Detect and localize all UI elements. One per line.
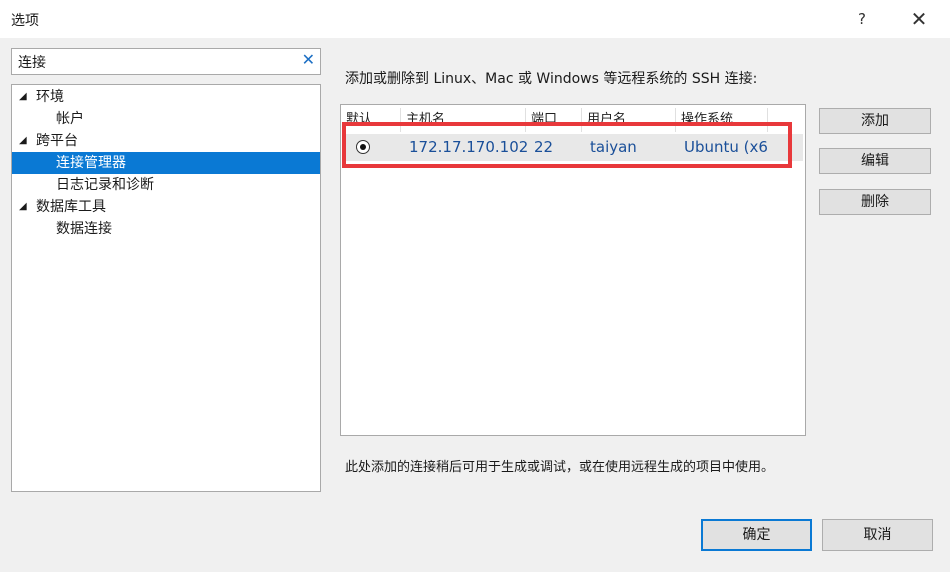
search-input[interactable] (18, 52, 288, 72)
close-button[interactable]: ✕ (904, 4, 934, 34)
expanded-arrow-icon[interactable]: ◢ (19, 130, 27, 152)
expanded-arrow-icon[interactable]: ◢ (19, 86, 27, 108)
tree-item-cross-platform[interactable]: ◢ 跨平台 (12, 130, 320, 152)
section-description: 添加或删除到 Linux、Mac 或 Windows 等远程系统的 SSH 连接… (345, 71, 758, 87)
tree-item-label: 帐户 (56, 111, 84, 127)
tree-item-label: 连接管理器 (56, 155, 126, 171)
tree-item-label: 环境 (36, 89, 64, 105)
tree-item-account[interactable]: 帐户 (12, 108, 320, 130)
usage-note: 此处添加的连接稍后可用于生成或调试，或在使用远程生成的项目中使用。 (345, 460, 775, 475)
tree-item-connection-manager[interactable]: 连接管理器 (12, 152, 320, 174)
options-tree: ◢ 环境 帐户 ◢ 跨平台 连接管理器 日志记录和诊断 ◢ 数据库工具 数据连接 (11, 84, 321, 492)
tree-item-label: 数据库工具 (36, 199, 106, 215)
tree-item-environment[interactable]: ◢ 环境 (12, 86, 320, 108)
expanded-arrow-icon[interactable]: ◢ (19, 196, 27, 218)
window-title: 选项 (11, 13, 39, 29)
help-button[interactable]: ? (847, 4, 877, 34)
cancel-button[interactable]: 取消 (822, 519, 933, 551)
tree-item-data-connections[interactable]: 数据连接 (12, 218, 320, 240)
title-bar: 选项 ? ✕ (0, 0, 950, 38)
edit-button[interactable]: 编辑 (819, 148, 931, 174)
search-box[interactable]: ✕ (11, 48, 321, 75)
tree-item-database-tools[interactable]: ◢ 数据库工具 (12, 196, 320, 218)
tree-item-logging[interactable]: 日志记录和诊断 (12, 174, 320, 196)
add-button[interactable]: 添加 (819, 108, 931, 134)
tree-item-label: 数据连接 (56, 221, 112, 237)
clear-search-icon[interactable]: ✕ (302, 50, 315, 69)
tree-item-label: 日志记录和诊断 (56, 177, 154, 193)
highlight-annotation (342, 122, 792, 168)
remove-button[interactable]: 删除 (819, 189, 931, 215)
tree-item-label: 跨平台 (36, 133, 78, 149)
ok-button[interactable]: 确定 (701, 519, 812, 551)
